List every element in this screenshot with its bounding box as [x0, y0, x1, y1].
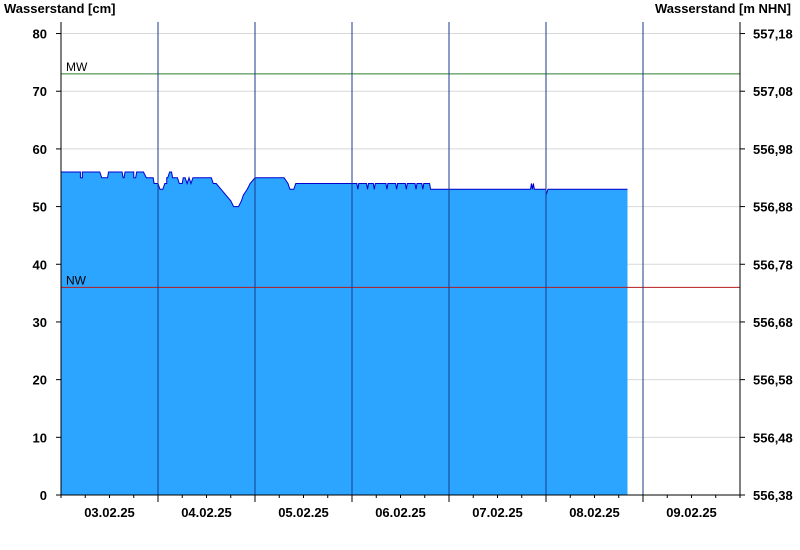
- y-tick-label-right: 557,18: [753, 27, 793, 42]
- y-tick-label-right: 556,48: [753, 430, 793, 445]
- y-tick-label-right: 556,38: [753, 488, 793, 503]
- y-tick-label-left: 40: [33, 257, 47, 272]
- x-tick-label: 08.02.25: [569, 505, 620, 520]
- y-tick-label-left: 60: [33, 142, 47, 157]
- reference-label-nw: NW: [66, 273, 87, 287]
- x-tick-label: 07.02.25: [472, 505, 523, 520]
- x-tick-label: 03.02.25: [84, 505, 135, 520]
- y-tick-labels-left: 0 10 20 30 40 50 60 70 80: [33, 27, 47, 503]
- y-tick-label-right: 556,88: [753, 200, 793, 215]
- x-tick-labels: 03.02.25 04.02.25 05.02.25 06.02.25 07.02.25…: [84, 505, 717, 520]
- series-area: [61, 171, 628, 496]
- y-tick-labels-right: 556,38 556,48 556,58 556,68 556,78 556,88 556,…: [753, 27, 793, 503]
- y-tick-label-left: 30: [33, 315, 47, 330]
- y-tick-label-right: 556,78: [753, 257, 793, 272]
- y-tick-label-right: 557,08: [753, 84, 793, 99]
- y-tick-label-left: 50: [33, 200, 47, 215]
- y-tick-label-left: 0: [40, 488, 47, 503]
- y-axis-title-right: Wasserstand [m NHN]: [655, 1, 791, 16]
- y-tick-label-right: 556,58: [753, 373, 793, 388]
- y-axis-title-left: Wasserstand [cm]: [4, 1, 116, 16]
- y-tick-label-right: 556,98: [753, 142, 793, 157]
- x-tick-label: 04.02.25: [181, 505, 232, 520]
- y-tick-label-left: 20: [33, 373, 47, 388]
- water-level-chart: Wasserstand [cm] Wasserstand [m NHN] MW N…: [4, 1, 793, 520]
- y-tick-label-right: 556,68: [753, 315, 793, 330]
- y-tick-label-left: 80: [33, 27, 47, 42]
- y-tick-label-left: 10: [33, 430, 47, 445]
- x-tick-label: 05.02.25: [278, 505, 329, 520]
- y-tick-label-left: 70: [33, 84, 47, 99]
- x-tick-label: 06.02.25: [375, 505, 426, 520]
- water-level-area: [61, 171, 628, 496]
- reference-label-mw: MW: [66, 60, 88, 74]
- x-tick-label: 09.02.25: [666, 505, 717, 520]
